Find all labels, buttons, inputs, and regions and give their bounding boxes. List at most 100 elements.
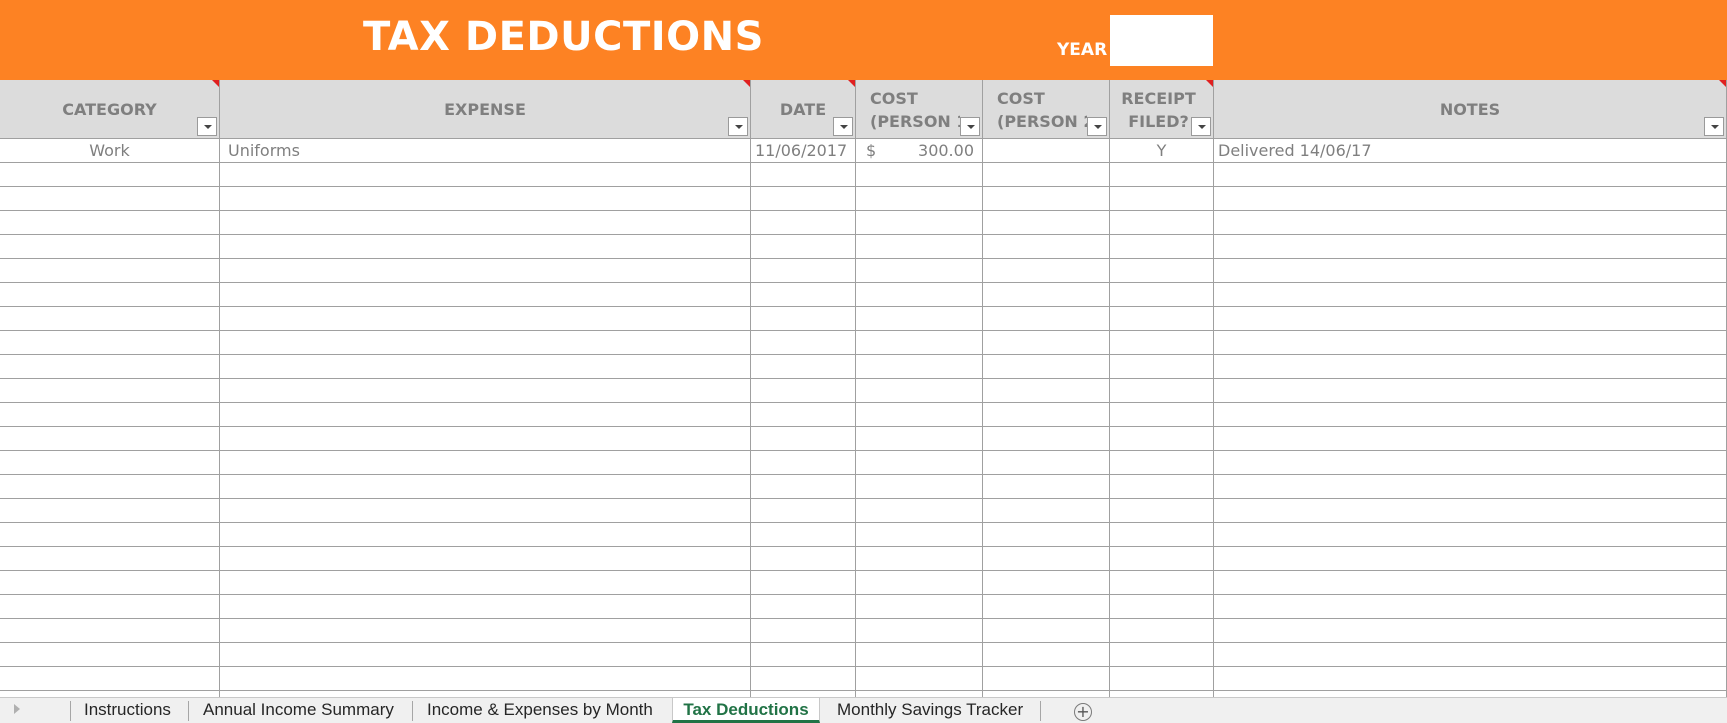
tab-instructions[interactable]: Instructions xyxy=(84,698,171,723)
grid-cell[interactable] xyxy=(856,379,983,403)
grid-cell[interactable] xyxy=(220,499,751,523)
grid-cell[interactable] xyxy=(856,571,983,595)
grid-cell[interactable] xyxy=(0,667,220,691)
grid-cell[interactable] xyxy=(1214,259,1727,283)
grid-cell[interactable] xyxy=(751,307,856,331)
grid-cell[interactable] xyxy=(751,547,856,571)
grid-cell[interactable] xyxy=(983,163,1110,187)
grid-cell[interactable] xyxy=(983,307,1110,331)
cell-cost-person2[interactable] xyxy=(983,139,1110,163)
filter-dropdown-icon[interactable] xyxy=(833,117,853,136)
grid-cell[interactable] xyxy=(0,307,220,331)
grid-cell[interactable] xyxy=(751,259,856,283)
grid-cell[interactable] xyxy=(220,571,751,595)
grid-cell[interactable] xyxy=(220,523,751,547)
grid-cell[interactable] xyxy=(751,451,856,475)
cell-category[interactable]: Work xyxy=(0,139,220,163)
grid-cell[interactable] xyxy=(856,283,983,307)
grid-cell[interactable] xyxy=(856,523,983,547)
grid-cell[interactable] xyxy=(220,667,751,691)
scroll-left-icon[interactable] xyxy=(14,704,20,714)
grid-cell[interactable] xyxy=(856,163,983,187)
grid-cell[interactable] xyxy=(751,379,856,403)
filter-dropdown-icon[interactable] xyxy=(728,117,748,136)
grid-cell[interactable] xyxy=(1214,451,1727,475)
grid-cell[interactable] xyxy=(1214,595,1727,619)
grid-cell[interactable] xyxy=(0,379,220,403)
plus-circle-icon[interactable]: + xyxy=(1074,703,1092,721)
grid-cell[interactable] xyxy=(1110,523,1214,547)
cell-notes[interactable]: Delivered 14/06/17 xyxy=(1214,139,1727,163)
grid-cell[interactable] xyxy=(856,643,983,667)
grid-cell[interactable] xyxy=(751,571,856,595)
grid-cell[interactable] xyxy=(751,163,856,187)
grid-cell[interactable] xyxy=(1214,355,1727,379)
grid-cell[interactable] xyxy=(983,355,1110,379)
grid-cell[interactable] xyxy=(983,547,1110,571)
grid-cell[interactable] xyxy=(983,427,1110,451)
grid-cell[interactable] xyxy=(751,427,856,451)
grid-cell[interactable] xyxy=(856,211,983,235)
tab-monthly-savings-tracker[interactable]: Monthly Savings Tracker xyxy=(837,698,1023,723)
grid-cell[interactable] xyxy=(1214,211,1727,235)
grid-cell[interactable] xyxy=(0,235,220,259)
grid-cell[interactable] xyxy=(983,283,1110,307)
grid-cell[interactable] xyxy=(0,595,220,619)
grid-cell[interactable] xyxy=(220,355,751,379)
grid-cell[interactable] xyxy=(751,667,856,691)
tab-annual-income-summary[interactable]: Annual Income Summary xyxy=(203,698,394,723)
grid-cell[interactable] xyxy=(856,547,983,571)
grid-cell[interactable] xyxy=(1110,187,1214,211)
grid-cell[interactable] xyxy=(751,403,856,427)
grid-cell[interactable] xyxy=(0,331,220,355)
grid-cell[interactable] xyxy=(856,235,983,259)
grid-cell[interactable] xyxy=(1214,163,1727,187)
grid-cell[interactable] xyxy=(751,619,856,643)
cell-receipt-filed[interactable]: Y xyxy=(1110,139,1214,163)
grid-cell[interactable] xyxy=(983,211,1110,235)
grid-cell[interactable] xyxy=(1110,307,1214,331)
grid-cell[interactable] xyxy=(1110,667,1214,691)
grid-cell[interactable] xyxy=(1214,643,1727,667)
filter-dropdown-icon[interactable] xyxy=(960,117,980,136)
grid-cell[interactable] xyxy=(1110,619,1214,643)
grid-cell[interactable] xyxy=(0,163,220,187)
grid-cell[interactable] xyxy=(751,499,856,523)
grid-cell[interactable] xyxy=(1110,571,1214,595)
filter-dropdown-icon[interactable] xyxy=(197,117,217,136)
grid-cell[interactable] xyxy=(751,235,856,259)
grid-cell[interactable] xyxy=(1110,379,1214,403)
grid-cell[interactable] xyxy=(983,523,1110,547)
grid-cell[interactable] xyxy=(1110,451,1214,475)
grid-cell[interactable] xyxy=(856,427,983,451)
grid-cell[interactable] xyxy=(1214,307,1727,331)
grid-cell[interactable] xyxy=(856,499,983,523)
grid-cell[interactable] xyxy=(856,187,983,211)
grid-cell[interactable] xyxy=(1214,403,1727,427)
grid-cell[interactable] xyxy=(751,211,856,235)
grid-cell[interactable] xyxy=(1110,235,1214,259)
grid-cell[interactable] xyxy=(0,475,220,499)
grid-cell[interactable] xyxy=(220,595,751,619)
grid-cell[interactable] xyxy=(220,619,751,643)
filter-dropdown-icon[interactable] xyxy=(1191,117,1211,136)
grid-cell[interactable] xyxy=(1110,499,1214,523)
grid-cell[interactable] xyxy=(856,259,983,283)
grid-cell[interactable] xyxy=(856,619,983,643)
grid-cell[interactable] xyxy=(983,235,1110,259)
grid-cell[interactable] xyxy=(751,523,856,547)
grid-cell[interactable] xyxy=(1110,259,1214,283)
grid-cell[interactable] xyxy=(1214,499,1727,523)
filter-dropdown-icon[interactable] xyxy=(1704,117,1724,136)
grid-cell[interactable] xyxy=(0,571,220,595)
grid-cell[interactable] xyxy=(1110,403,1214,427)
grid-cell[interactable] xyxy=(1110,283,1214,307)
grid-cell[interactable] xyxy=(220,331,751,355)
grid-cell[interactable] xyxy=(1214,619,1727,643)
grid-cell[interactable] xyxy=(856,451,983,475)
grid-cell[interactable] xyxy=(983,331,1110,355)
grid-cell[interactable] xyxy=(220,307,751,331)
grid-cell[interactable] xyxy=(1214,235,1727,259)
grid-cell[interactable] xyxy=(751,475,856,499)
grid-cell[interactable] xyxy=(983,595,1110,619)
